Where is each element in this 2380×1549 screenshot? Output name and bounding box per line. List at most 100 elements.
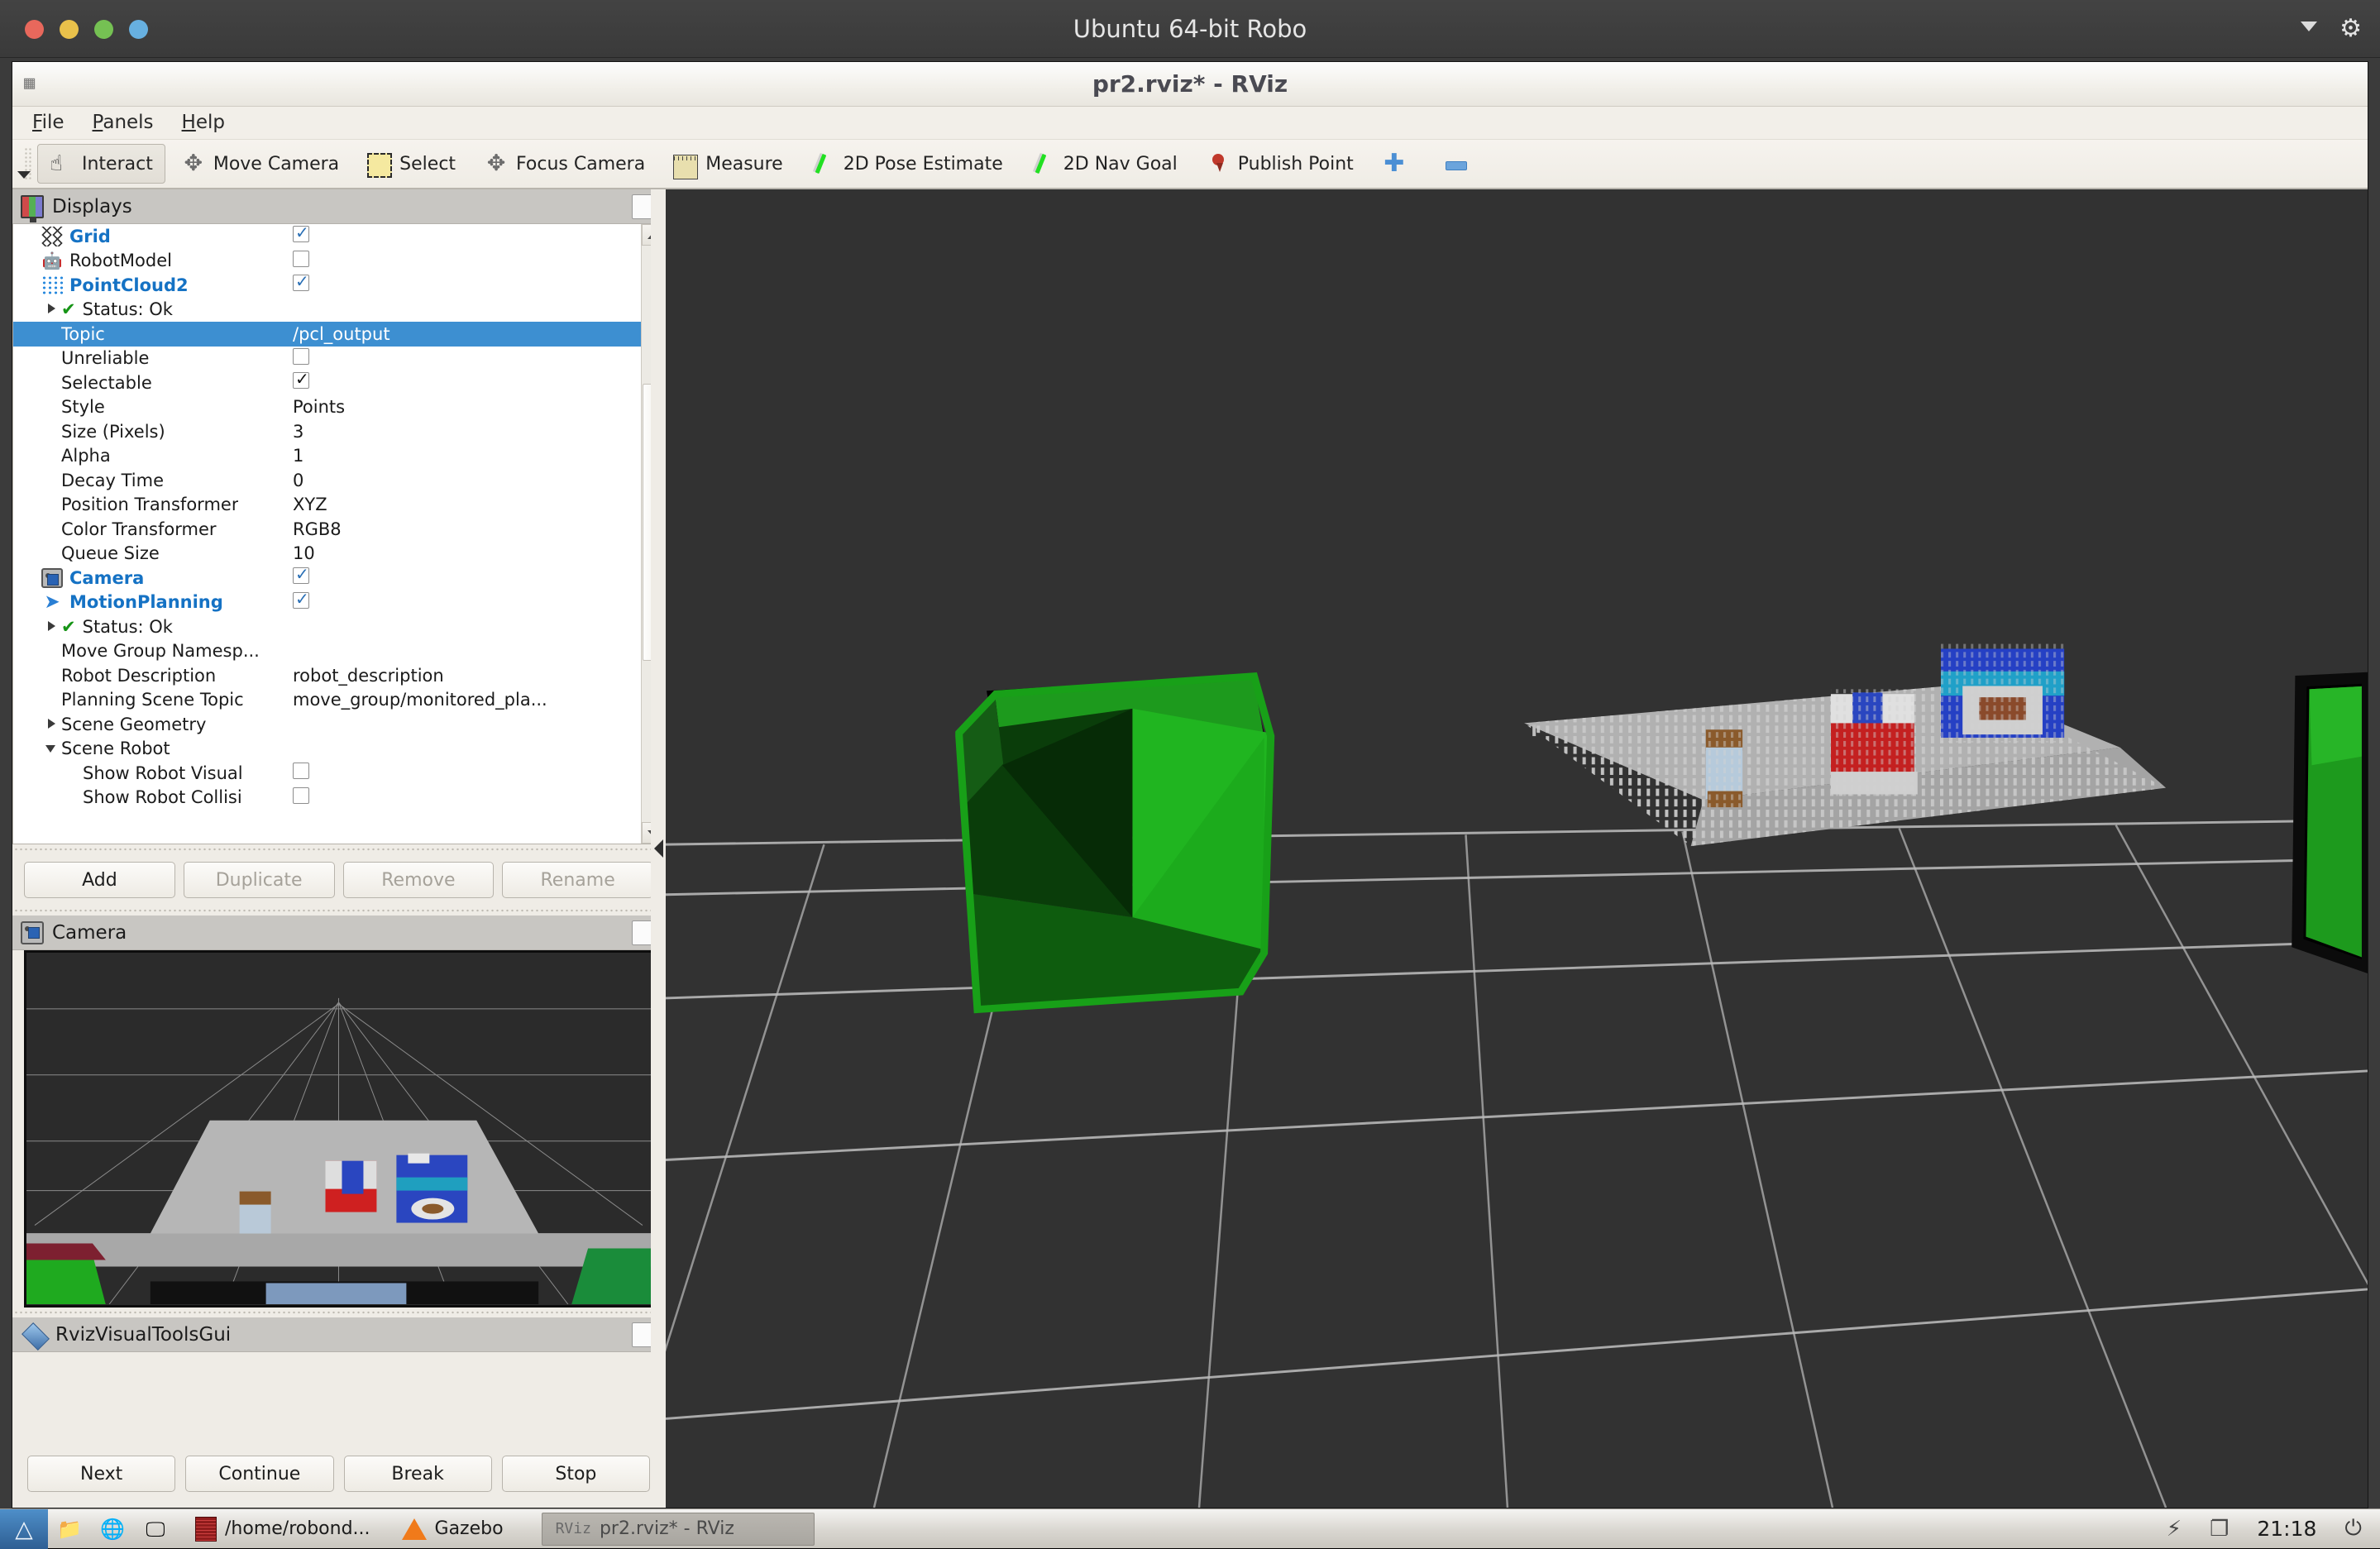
render-viewport-3d[interactable] — [666, 189, 2368, 1508]
display-tree-row[interactable]: Robot Descriptionrobot_description — [13, 663, 641, 688]
green-collision-box-left — [958, 675, 1271, 1010]
display-row-value[interactable]: 10 — [286, 543, 641, 563]
next-button[interactable]: Next — [27, 1456, 175, 1492]
chevron-right-icon[interactable] — [43, 300, 61, 318]
dock-collapse-splitter[interactable] — [651, 189, 666, 1508]
display-row-value[interactable]: robot_description — [286, 666, 641, 686]
display-enable-checkbox[interactable] — [293, 251, 309, 267]
camera-render-view[interactable] — [24, 950, 653, 1308]
chevron-right-icon[interactable] — [43, 618, 61, 636]
chevron-down-icon[interactable] — [17, 171, 31, 179]
display-tree-row[interactable]: Position TransformerXYZ — [13, 493, 641, 518]
display-tree-row[interactable]: Size (Pixels)3 — [13, 419, 641, 444]
network-globe-icon[interactable]: 🌐 — [91, 1509, 134, 1549]
network-workspaces-icon[interactable]: ❐ — [2210, 1517, 2229, 1542]
file-manager-icon[interactable]: 📁 — [48, 1509, 91, 1549]
display-tree-row[interactable]: PointCloud2 — [13, 273, 641, 298]
taskbar-tray: ⚡ ❐ 21:18 ⏻ — [2167, 1516, 2380, 1542]
chevron-down-icon[interactable] — [43, 739, 61, 758]
display-enable-checkbox[interactable] — [293, 275, 309, 291]
power-icon[interactable]: ⏻ — [2344, 1516, 2362, 1542]
collapse-left-icon[interactable] — [654, 839, 663, 858]
display-tree-row[interactable]: Show Robot Visual — [13, 761, 641, 786]
display-row-value[interactable]: Points — [286, 397, 641, 417]
camera-panel-titlebar: Camera — [12, 916, 665, 950]
tool-select[interactable]: Select — [355, 144, 468, 184]
display-tree-row[interactable]: Alpha1 — [13, 444, 641, 469]
display-tree-row[interactable]: Camera — [13, 566, 641, 590]
display-row-value[interactable]: move_group/monitored_pla... — [286, 690, 641, 710]
display-enable-checkbox[interactable] — [293, 226, 309, 242]
continue-button[interactable]: Continue — [185, 1456, 333, 1492]
display-tree-row[interactable]: Scene Robot — [13, 737, 641, 762]
tool-interact[interactable]: Interact — [37, 144, 165, 184]
display-row-label: Scene Geometry — [61, 715, 206, 734]
display-row-value[interactable]: /pcl_output — [286, 324, 641, 344]
display-row-label: Decay Time — [61, 471, 164, 490]
display-row-value[interactable]: 0 — [286, 471, 641, 490]
rviz-icon: RViz — [556, 1520, 591, 1537]
displays-resize-grip[interactable] — [12, 844, 665, 854]
display-tree-row[interactable]: Decay Time 0 — [13, 468, 641, 493]
chevron-down-icon[interactable] — [2301, 22, 2317, 31]
display-enable-checkbox[interactable] — [293, 348, 309, 365]
display-tree-row[interactable]: Planning Scene Topicmove_group/monitored… — [13, 688, 641, 713]
tool-publish-point[interactable]: Publish Point — [1193, 144, 1366, 184]
display-row-label: Camera — [69, 568, 144, 588]
display-row-value[interactable]: RGB8 — [286, 519, 641, 539]
tool-focus-camera[interactable]: ✥Focus Camera — [471, 144, 657, 184]
display-tree-row[interactable]: Selectable — [13, 371, 641, 395]
displays-panel-title: Displays — [52, 196, 132, 218]
display-row-value[interactable]: 1 — [286, 446, 641, 466]
add-button[interactable]: Add — [24, 862, 175, 898]
chevron-right-icon[interactable] — [43, 715, 61, 734]
gear-icon[interactable]: ⚙ — [2339, 17, 2362, 41]
stop-button[interactable]: Stop — [502, 1456, 650, 1492]
display-tree-row[interactable]: Grid — [13, 224, 641, 249]
rvt-panel-resize-grip[interactable] — [12, 1308, 665, 1317]
start-menu-icon[interactable]: △ — [0, 1509, 48, 1549]
tool-plus[interactable]: ✚ — [1369, 144, 1427, 184]
tool-2d-nav-goal[interactable]: 2D Nav Goal — [1019, 144, 1190, 184]
taskbar-task[interactable]: /home/robond... — [182, 1513, 384, 1546]
display-enable-checkbox[interactable] — [293, 787, 309, 804]
taskbar-task[interactable]: RVizpr2.rviz* - RViz — [542, 1513, 815, 1546]
tool-label: Select — [399, 154, 456, 175]
camera-panel-resize-grip[interactable] — [12, 906, 665, 916]
display-enable-checkbox[interactable] — [293, 372, 309, 389]
display-tree-row[interactable]: Show Robot Collisi — [13, 786, 641, 810]
display-tree-row[interactable]: ✔Status: Ok — [13, 298, 641, 323]
menu-item-panels[interactable]: Panels — [91, 110, 167, 136]
displays-tree[interactable]: Grid🤖RobotModelPointCloud2✔Status: OkTop… — [13, 224, 641, 844]
display-tree-row[interactable]: StylePoints — [13, 395, 641, 420]
display-tree-row[interactable]: Unreliable — [13, 347, 641, 371]
tool-measure[interactable]: Measure — [661, 144, 796, 184]
display-row-value[interactable]: 3 — [286, 422, 641, 442]
menu-item-file[interactable]: File — [31, 110, 78, 136]
display-tree-row[interactable]: 🤖RobotModel — [13, 249, 641, 274]
tool-label: 2D Pose Estimate — [844, 154, 1003, 175]
camera-panel: Camera — [12, 916, 665, 1308]
taskbar-task[interactable]: Gazebo — [389, 1513, 517, 1546]
display-enable-checkbox[interactable] — [293, 763, 309, 779]
power-bolt-icon[interactable]: ⚡ — [2167, 1517, 2182, 1542]
display-tree-row[interactable]: ➤MotionPlanning — [13, 590, 641, 615]
display-enable-checkbox[interactable] — [293, 592, 309, 609]
window-list-icon[interactable]: 🖵 — [134, 1509, 177, 1549]
menu-item-help[interactable]: Help — [180, 110, 238, 136]
display-tree-row[interactable]: Queue Size 10 — [13, 542, 641, 567]
display-tree-row[interactable]: ✔Status: Ok — [13, 614, 641, 639]
display-row-label: Queue Size — [61, 543, 160, 563]
display-row-value[interactable]: XYZ — [286, 495, 641, 514]
tool-minus[interactable] — [1430, 144, 1487, 184]
display-tree-row[interactable]: Move Group Namesp... — [13, 639, 641, 664]
display-enable-checkbox[interactable] — [293, 567, 309, 584]
tool-2d-pose-estimate[interactable]: 2D Pose Estimate — [799, 144, 1016, 184]
display-row-label: Color Transformer — [61, 519, 217, 539]
display-tree-row[interactable]: Color Transformer RGB8 — [13, 517, 641, 542]
display-tree-row[interactable]: Topic/pcl_output — [13, 322, 641, 347]
break-button[interactable]: Break — [344, 1456, 492, 1492]
display-row-label: Selectable — [61, 373, 152, 393]
tool-move-camera[interactable]: ✥Move Camera — [169, 144, 351, 184]
display-tree-row[interactable]: Scene Geometry — [13, 712, 641, 737]
